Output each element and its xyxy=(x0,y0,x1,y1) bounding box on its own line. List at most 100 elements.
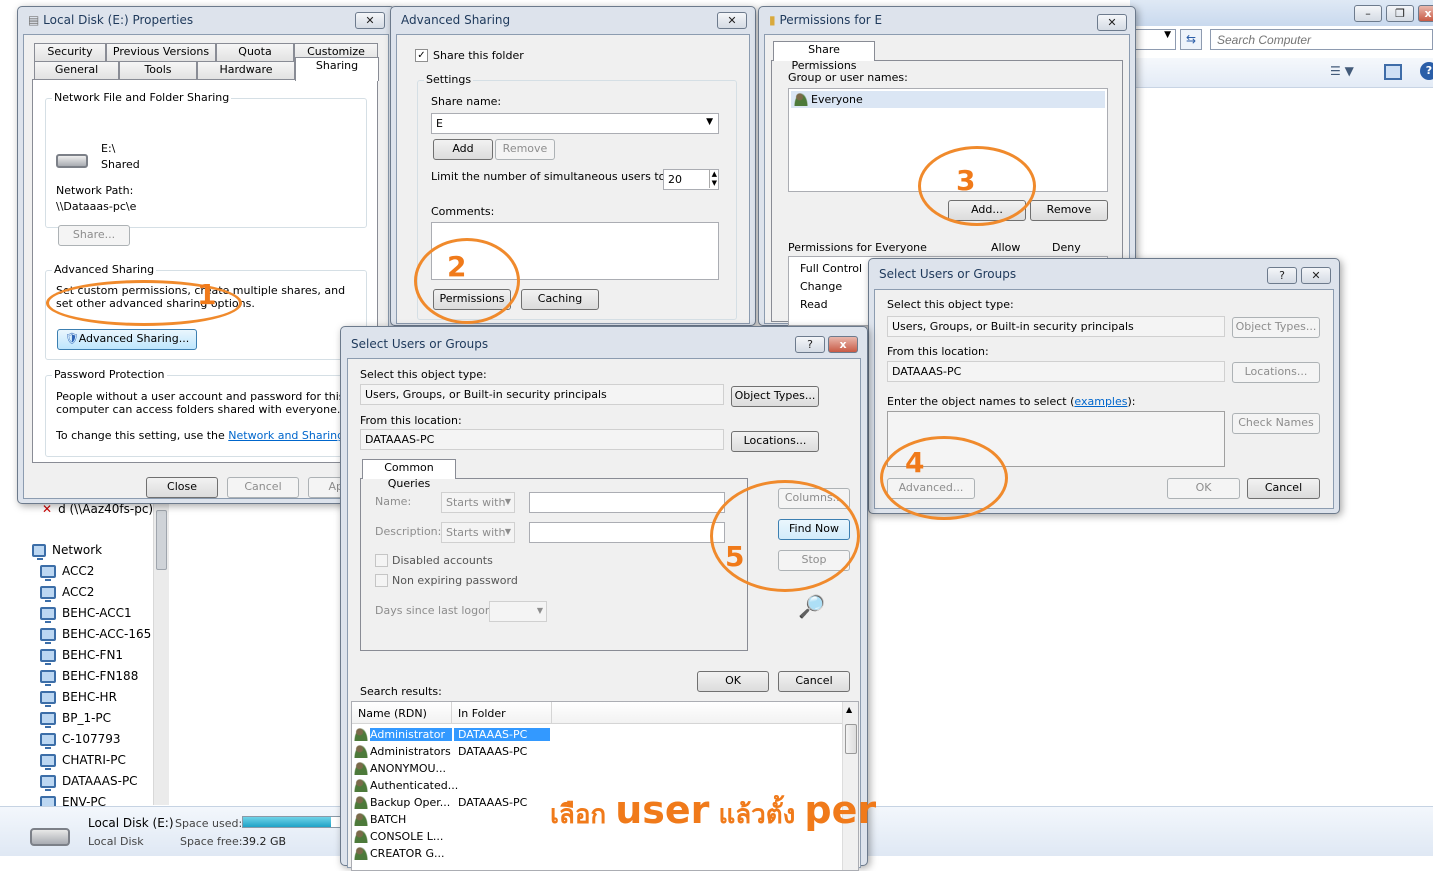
nav-item-computer[interactable]: BP_1-PC xyxy=(40,708,111,728)
nav-item-computer[interactable]: BEHC-FN188 xyxy=(40,666,138,686)
scroll-up-icon[interactable]: ▲ xyxy=(846,705,852,714)
share-folder-checkbox[interactable]: ✓ xyxy=(415,49,428,62)
tab-sharing[interactable]: Sharing xyxy=(295,57,379,81)
advanced-sharing-button[interactable]: 🛡Advanced Sharing... xyxy=(57,329,197,350)
help-button[interactable]: ? xyxy=(1267,267,1297,284)
locations-button[interactable]: Locations... xyxy=(731,431,819,452)
group-label: Password Protection xyxy=(52,368,167,381)
share-name-select[interactable]: E ▼ xyxy=(431,113,719,134)
non-expiring-label: Non expiring password xyxy=(392,574,518,587)
close-button[interactable]: x xyxy=(1418,5,1433,22)
nav-item-computer[interactable]: CHATRI-PC xyxy=(40,750,126,770)
table-row[interactable]: Authenticated... xyxy=(354,777,458,794)
result-folder: DATAAAS-PC xyxy=(458,796,528,809)
tab-hardware[interactable]: Hardware xyxy=(197,61,295,79)
table-row[interactable]: BATCH xyxy=(354,811,454,828)
share-button[interactable]: Share... xyxy=(58,225,130,246)
close-button[interactable]: ✕ xyxy=(1301,267,1331,284)
col-header-folder[interactable]: In Folder xyxy=(452,702,552,724)
remove-button[interactable]: Remove xyxy=(495,139,555,160)
name-query-input[interactable] xyxy=(529,492,725,513)
group-icon xyxy=(354,813,368,826)
nav-item-computer[interactable]: DATAAAS-PC xyxy=(40,771,138,791)
nav-item-computer[interactable]: ACC2 xyxy=(40,582,94,602)
chevron-down-icon: ▼ xyxy=(706,117,713,127)
tab-general[interactable]: General xyxy=(34,61,119,79)
minimize-button[interactable]: – xyxy=(1354,5,1382,22)
share-name-value: E xyxy=(436,117,443,130)
results-scrollbar[interactable]: ▲ xyxy=(842,702,858,870)
check-names-button[interactable]: Check Names xyxy=(1232,413,1320,434)
refresh-icon[interactable]: ⇆ xyxy=(1180,29,1202,50)
preview-pane-icon[interactable] xyxy=(1384,64,1402,80)
disabled-accounts-checkbox[interactable] xyxy=(375,554,388,567)
nav-item-computer[interactable]: BEHC-HR xyxy=(40,687,117,707)
non-expiring-checkbox[interactable] xyxy=(375,574,388,587)
nav-scrollbar[interactable] xyxy=(153,500,169,805)
net-drive-icon: ✕ xyxy=(42,502,53,516)
add-button[interactable]: Add xyxy=(433,139,493,160)
nav-item-computer[interactable]: BEHC-FN1 xyxy=(40,645,123,665)
list-item[interactable]: Everyone xyxy=(791,91,1105,108)
ok-button[interactable]: OK xyxy=(1167,478,1240,499)
limit-stepper[interactable]: 20 ▲ ▼ xyxy=(663,169,719,190)
object-types-button[interactable]: Object Types... xyxy=(1232,317,1320,338)
tab-share-permissions[interactable]: Share Permissions xyxy=(773,41,875,72)
nav-item-label: BP_1-PC xyxy=(62,711,112,725)
drive-label: E:\ xyxy=(101,142,116,155)
table-row[interactable]: CONSOLE L... xyxy=(354,828,454,845)
table-row[interactable]: CREATOR G... xyxy=(354,845,454,862)
col-header-name[interactable]: Name (RDN) xyxy=(352,702,452,724)
view-options-icon[interactable]: ☰ ▼ xyxy=(1330,64,1364,82)
tab-common-queries[interactable]: Common Queries xyxy=(362,459,456,490)
close-button[interactable]: ✕ xyxy=(1097,14,1127,31)
chevron-down-icon: ▼ xyxy=(504,497,511,506)
maximize-button[interactable]: ❐ xyxy=(1386,5,1414,22)
remove-button[interactable]: Remove xyxy=(1030,200,1108,221)
table-row[interactable]: Administrators DATAAAS-PC xyxy=(354,743,527,760)
close-button[interactable]: x xyxy=(828,336,858,353)
nav-item-computer[interactable]: C-107793 xyxy=(40,729,121,749)
nav-item-network[interactable]: Network xyxy=(32,540,102,560)
desc-match-select[interactable]: Starts with ▼ xyxy=(441,522,515,543)
cancel-button[interactable]: Cancel xyxy=(1247,478,1320,499)
nav-item-computer[interactable]: ACC2 xyxy=(40,561,94,581)
object-types-button[interactable]: Object Types... xyxy=(731,386,819,407)
table-row[interactable]: Backup Oper... DATAAAS-PC xyxy=(354,794,527,811)
caching-button[interactable]: Caching xyxy=(521,289,599,310)
ok-button[interactable]: OK xyxy=(697,671,769,692)
tab-quota[interactable]: Quota xyxy=(216,43,294,61)
annotation-number-4: 4 xyxy=(905,446,925,479)
examples-link[interactable]: examples xyxy=(1074,395,1127,408)
table-row[interactable]: Administrator DATAAAS-PC xyxy=(354,726,550,743)
table-row[interactable]: ANONYMOU... xyxy=(354,760,454,777)
cancel-button[interactable]: Cancel xyxy=(227,477,299,498)
tab-tools[interactable]: Tools xyxy=(119,61,197,79)
dialog-title: Permissions for E xyxy=(779,13,883,27)
name-match-select[interactable]: Starts with ▼ xyxy=(441,492,515,513)
cancel-button[interactable]: Cancel xyxy=(778,671,850,692)
col-header-rest xyxy=(552,702,842,724)
nav-item-computer[interactable]: BEHC-ACC-165 xyxy=(40,624,151,644)
network-center-link[interactable]: Network and Sharing Center xyxy=(228,429,356,442)
search-input[interactable] xyxy=(1210,29,1433,50)
tab-security[interactable]: Security xyxy=(34,43,106,61)
close-button[interactable]: ✕ xyxy=(717,12,747,29)
tab-previous-versions[interactable]: Previous Versions xyxy=(106,43,216,61)
stepper-arrows-icon[interactable]: ▲ ▼ xyxy=(708,170,717,188)
help-icon[interactable]: ? xyxy=(1420,62,1433,80)
locations-button[interactable]: Locations... xyxy=(1232,362,1320,383)
scroll-thumb[interactable] xyxy=(845,724,857,754)
nav-scroll-thumb[interactable] xyxy=(156,510,167,570)
help-button[interactable]: ? xyxy=(795,336,825,353)
address-bar[interactable]: ▼ xyxy=(1130,29,1176,50)
close-button[interactable]: ✕ xyxy=(355,12,385,29)
annotation-number-5: 5 xyxy=(725,540,745,573)
annotation-number-3: 3 xyxy=(956,164,976,197)
close-dialog-button[interactable]: Close xyxy=(146,477,218,498)
enter-label: Enter the object names to select (exampl… xyxy=(887,395,1135,408)
nav-item-computer[interactable]: BEHC-ACC1 xyxy=(40,603,132,623)
drive-state: Shared xyxy=(101,158,140,171)
days-select[interactable]: ▼ xyxy=(489,601,547,622)
desc-query-input[interactable] xyxy=(529,522,725,543)
